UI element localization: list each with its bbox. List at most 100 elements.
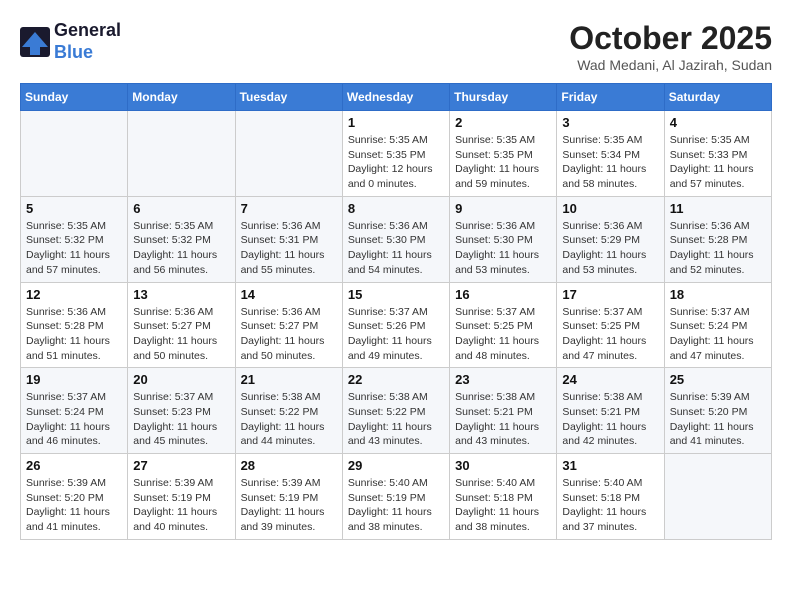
weekday-header-tuesday: Tuesday <box>235 84 342 111</box>
calendar-cell: 11 Sunrise: 5:36 AM Sunset: 5:28 PM Dayli… <box>664 196 771 282</box>
day-number: 21 <box>241 372 337 387</box>
day-number: 7 <box>241 201 337 216</box>
day-number: 15 <box>348 287 444 302</box>
calendar-cell: 22Sunrise: 5:38 AM Sunset: 5:22 PM Dayli… <box>342 368 449 454</box>
calendar-cell <box>128 111 235 197</box>
day-number: 20 <box>133 372 229 387</box>
calendar-cell <box>235 111 342 197</box>
weekday-header-saturday: Saturday <box>664 84 771 111</box>
calendar-cell: 23 Sunrise: 5:38 AM Sunset: 5:21 PM Dayli… <box>450 368 557 454</box>
day-number: 1 <box>348 115 444 130</box>
day-number: 17 <box>562 287 658 302</box>
calendar-cell: 7 Sunrise: 5:36 AM Sunset: 5:31 PM Daylig… <box>235 196 342 282</box>
day-number: 29 <box>348 458 444 473</box>
calendar-week-3: 12Sunrise: 5:36 AM Sunset: 5:28 PM Dayli… <box>21 282 772 368</box>
day-info: Sunrise: 5:37 AM Sunset: 5:23 PM Dayligh… <box>133 390 229 449</box>
calendar-cell: 29Sunrise: 5:40 AM Sunset: 5:19 PM Dayli… <box>342 454 449 540</box>
day-number: 6 <box>133 201 229 216</box>
calendar-cell: 16Sunrise: 5:37 AM Sunset: 5:25 PM Dayli… <box>450 282 557 368</box>
weekday-header-wednesday: Wednesday <box>342 84 449 111</box>
day-info: Sunrise: 5:36 AM Sunset: 5:28 PM Dayligh… <box>670 219 766 278</box>
calendar-cell: 3 Sunrise: 5:35 AM Sunset: 5:34 PM Daylig… <box>557 111 664 197</box>
day-info: Sunrise: 5:39 AM Sunset: 5:20 PM Dayligh… <box>670 390 766 449</box>
day-info: Sunrise: 5:40 AM Sunset: 5:18 PM Dayligh… <box>562 476 658 535</box>
day-info: Sunrise: 5:36 AM Sunset: 5:27 PM Dayligh… <box>133 305 229 364</box>
day-info: Sunrise: 5:37 AM Sunset: 5:25 PM Dayligh… <box>562 305 658 364</box>
day-number: 13 <box>133 287 229 302</box>
calendar-week-4: 19 Sunrise: 5:37 AM Sunset: 5:24 PM Dayli… <box>21 368 772 454</box>
calendar-cell: 18 Sunrise: 5:37 AM Sunset: 5:24 PM Dayli… <box>664 282 771 368</box>
calendar-cell: 6 Sunrise: 5:35 AM Sunset: 5:32 PM Daylig… <box>128 196 235 282</box>
day-info: Sunrise: 5:36 AM Sunset: 5:27 PM Dayligh… <box>241 305 337 364</box>
calendar-cell: 4 Sunrise: 5:35 AM Sunset: 5:33 PM Daylig… <box>664 111 771 197</box>
calendar-cell: 1 Sunrise: 5:35 AM Sunset: 5:35 PM Daylig… <box>342 111 449 197</box>
day-number: 11 <box>670 201 766 216</box>
calendar-cell: 21Sunrise: 5:38 AM Sunset: 5:22 PM Dayli… <box>235 368 342 454</box>
page-header: General Blue October 2025 Wad Medani, Al… <box>20 20 772 73</box>
location-subtitle: Wad Medani, Al Jazirah, Sudan <box>569 57 772 73</box>
day-number: 26 <box>26 458 122 473</box>
day-info: Sunrise: 5:38 AM Sunset: 5:22 PM Dayligh… <box>348 390 444 449</box>
day-number: 3 <box>562 115 658 130</box>
day-info: Sunrise: 5:38 AM Sunset: 5:21 PM Dayligh… <box>562 390 658 449</box>
day-number: 24 <box>562 372 658 387</box>
day-number: 9 <box>455 201 551 216</box>
day-number: 28 <box>241 458 337 473</box>
calendar-cell: 27Sunrise: 5:39 AM Sunset: 5:19 PM Dayli… <box>128 454 235 540</box>
day-number: 23 <box>455 372 551 387</box>
logo-icon <box>20 27 50 57</box>
weekday-header-sunday: Sunday <box>21 84 128 111</box>
calendar-header: SundayMondayTuesdayWednesdayThursdayFrid… <box>21 84 772 111</box>
day-info: Sunrise: 5:37 AM Sunset: 5:26 PM Dayligh… <box>348 305 444 364</box>
day-number: 25 <box>670 372 766 387</box>
calendar-body: 1 Sunrise: 5:35 AM Sunset: 5:35 PM Daylig… <box>21 111 772 540</box>
day-number: 2 <box>455 115 551 130</box>
day-info: Sunrise: 5:38 AM Sunset: 5:21 PM Dayligh… <box>455 390 551 449</box>
day-info: Sunrise: 5:39 AM Sunset: 5:19 PM Dayligh… <box>241 476 337 535</box>
calendar-cell: 30 Sunrise: 5:40 AM Sunset: 5:18 PM Dayli… <box>450 454 557 540</box>
calendar-cell: 20 Sunrise: 5:37 AM Sunset: 5:23 PM Dayli… <box>128 368 235 454</box>
day-info: Sunrise: 5:35 AM Sunset: 5:32 PM Dayligh… <box>26 219 122 278</box>
day-info: Sunrise: 5:35 AM Sunset: 5:35 PM Dayligh… <box>348 133 444 192</box>
calendar-cell: 10 Sunrise: 5:36 AM Sunset: 5:29 PM Dayli… <box>557 196 664 282</box>
day-info: Sunrise: 5:35 AM Sunset: 5:32 PM Dayligh… <box>133 219 229 278</box>
day-info: Sunrise: 5:37 AM Sunset: 5:24 PM Dayligh… <box>670 305 766 364</box>
weekday-header-thursday: Thursday <box>450 84 557 111</box>
weekday-header-row: SundayMondayTuesdayWednesdayThursdayFrid… <box>21 84 772 111</box>
calendar-cell: 2Sunrise: 5:35 AM Sunset: 5:35 PM Daylig… <box>450 111 557 197</box>
logo-line2: Blue <box>54 42 121 64</box>
calendar-cell: 9 Sunrise: 5:36 AM Sunset: 5:30 PM Daylig… <box>450 196 557 282</box>
calendar-cell: 14Sunrise: 5:36 AM Sunset: 5:27 PM Dayli… <box>235 282 342 368</box>
day-number: 18 <box>670 287 766 302</box>
calendar-cell: 17 Sunrise: 5:37 AM Sunset: 5:25 PM Dayli… <box>557 282 664 368</box>
day-number: 19 <box>26 372 122 387</box>
day-number: 30 <box>455 458 551 473</box>
month-title: October 2025 <box>569 20 772 57</box>
weekday-header-monday: Monday <box>128 84 235 111</box>
day-number: 31 <box>562 458 658 473</box>
calendar-cell: 13 Sunrise: 5:36 AM Sunset: 5:27 PM Dayli… <box>128 282 235 368</box>
calendar-cell: 19 Sunrise: 5:37 AM Sunset: 5:24 PM Dayli… <box>21 368 128 454</box>
calendar-cell: 26 Sunrise: 5:39 AM Sunset: 5:20 PM Dayli… <box>21 454 128 540</box>
day-info: Sunrise: 5:36 AM Sunset: 5:31 PM Dayligh… <box>241 219 337 278</box>
day-number: 10 <box>562 201 658 216</box>
calendar-cell <box>21 111 128 197</box>
day-info: Sunrise: 5:35 AM Sunset: 5:34 PM Dayligh… <box>562 133 658 192</box>
day-info: Sunrise: 5:37 AM Sunset: 5:25 PM Dayligh… <box>455 305 551 364</box>
day-number: 4 <box>670 115 766 130</box>
day-info: Sunrise: 5:36 AM Sunset: 5:28 PM Dayligh… <box>26 305 122 364</box>
title-block: October 2025 Wad Medani, Al Jazirah, Sud… <box>569 20 772 73</box>
weekday-header-friday: Friday <box>557 84 664 111</box>
day-info: Sunrise: 5:36 AM Sunset: 5:30 PM Dayligh… <box>455 219 551 278</box>
day-info: Sunrise: 5:40 AM Sunset: 5:18 PM Dayligh… <box>455 476 551 535</box>
day-info: Sunrise: 5:35 AM Sunset: 5:33 PM Dayligh… <box>670 133 766 192</box>
day-info: Sunrise: 5:39 AM Sunset: 5:20 PM Dayligh… <box>26 476 122 535</box>
calendar-cell: 5Sunrise: 5:35 AM Sunset: 5:32 PM Daylig… <box>21 196 128 282</box>
calendar-week-2: 5Sunrise: 5:35 AM Sunset: 5:32 PM Daylig… <box>21 196 772 282</box>
day-info: Sunrise: 5:36 AM Sunset: 5:29 PM Dayligh… <box>562 219 658 278</box>
calendar-cell: 8Sunrise: 5:36 AM Sunset: 5:30 PM Daylig… <box>342 196 449 282</box>
day-info: Sunrise: 5:37 AM Sunset: 5:24 PM Dayligh… <box>26 390 122 449</box>
calendar-cell: 31 Sunrise: 5:40 AM Sunset: 5:18 PM Dayli… <box>557 454 664 540</box>
day-info: Sunrise: 5:36 AM Sunset: 5:30 PM Dayligh… <box>348 219 444 278</box>
calendar-cell: 15 Sunrise: 5:37 AM Sunset: 5:26 PM Dayli… <box>342 282 449 368</box>
